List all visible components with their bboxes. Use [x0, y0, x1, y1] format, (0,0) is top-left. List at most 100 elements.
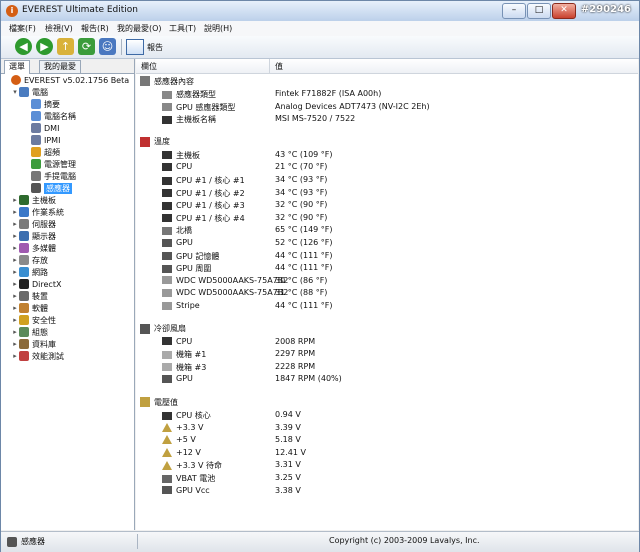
minimize-button[interactable]: –: [502, 3, 526, 19]
tab-menu[interactable]: 選單: [4, 60, 30, 74]
sensor-row[interactable]: CPU 核心 0.94 V: [136, 409, 638, 421]
tree-item[interactable]: 手提電腦: [23, 170, 76, 182]
sensor-row[interactable]: CPU #1 / 核心 #4 32 °C (90 °F): [136, 212, 638, 224]
disk-icon: [162, 288, 172, 297]
tree-item-label: 電源管理: [44, 159, 76, 169]
menu-tools[interactable]: 工具(T): [169, 23, 196, 34]
column-value[interactable]: 值: [275, 61, 283, 72]
field-label: VBAT 電池: [176, 474, 216, 483]
tree-item[interactable]: ▾ 電腦: [11, 86, 48, 98]
expander-icon[interactable]: ▾: [11, 88, 19, 96]
title-bar[interactable]: i EVEREST Ultimate Edition – □ ✕ #290246: [1, 1, 639, 22]
sensor-row[interactable]: GPU 周圍 44 °C (111 °F): [136, 262, 638, 274]
sensor-row[interactable]: GPU 52 °C (126 °F): [136, 237, 638, 249]
tree-item[interactable]: ▸ DirectX: [11, 278, 61, 290]
sensor-row[interactable]: GPU Vcc 3.38 V: [136, 485, 638, 497]
sensor-row[interactable]: CPU 2008 RPM: [136, 336, 638, 348]
tab-favorites[interactable]: 我的最愛: [39, 60, 81, 73]
field-value: 1847 RPM (40%): [275, 374, 342, 384]
expander-icon[interactable]: ▸: [11, 256, 19, 264]
expander-icon[interactable]: ▸: [11, 316, 19, 324]
back-icon[interactable]: ◀: [15, 38, 32, 55]
tree-item[interactable]: ▸ 組態: [11, 326, 48, 338]
tree-item[interactable]: ▸ 資料庫: [11, 338, 56, 350]
sensor-row[interactable]: +12 V 12.41 V: [136, 447, 638, 459]
expander-icon[interactable]: ▸: [11, 280, 19, 288]
field-label: CPU #1 / 核心 #2: [176, 188, 245, 198]
menu-help[interactable]: 說明(H): [204, 23, 232, 34]
tree-item[interactable]: 感應器: [23, 182, 72, 194]
chip-icon: [162, 176, 172, 185]
sensor-row[interactable]: CPU 21 °C (70 °F): [136, 161, 638, 173]
section-title: 電壓值: [154, 397, 178, 407]
sensor-row[interactable]: +3.3 V 3.39 V: [136, 422, 638, 434]
field-label: 主機板: [176, 150, 200, 160]
sensor-row[interactable]: GPU 記憶體 44 °C (111 °F): [136, 250, 638, 262]
refresh-icon[interactable]: ⟳: [78, 38, 95, 55]
sensor-row[interactable]: VBAT 電池 3.25 V: [136, 472, 638, 484]
tree-item[interactable]: EVEREST v5.02.1756 Beta: [3, 74, 129, 86]
tree-item[interactable]: ▸ 裝置: [11, 290, 48, 302]
sensor-row[interactable]: 機箱 #1 2297 RPM: [136, 348, 638, 360]
report-button[interactable]: 報告: [126, 39, 163, 55]
tree-item[interactable]: ▸ 作業系統: [11, 206, 64, 218]
sensor-row[interactable]: +5 V 5.18 V: [136, 434, 638, 446]
sensor-row[interactable]: 北橋 65 °C (149 °F): [136, 224, 638, 236]
menu-report[interactable]: 報告(R): [81, 23, 109, 34]
sensor-row[interactable]: 感應器類型 Fintek F71882F (ISA A00h): [136, 88, 638, 100]
tree-item[interactable]: 摘要: [23, 98, 60, 110]
tree-item[interactable]: 超頻: [23, 146, 60, 158]
tree-item[interactable]: ▸ 多媒體: [11, 242, 56, 254]
menu-view[interactable]: 檢視(V): [45, 23, 73, 34]
expander-icon[interactable]: ▸: [11, 220, 19, 228]
field-label: CPU #1 / 核心 #1: [176, 176, 245, 185]
expander-icon[interactable]: ▸: [11, 232, 19, 240]
users-icon[interactable]: ☺: [99, 38, 116, 55]
sensor-row[interactable]: GPU 感應器類型 Analog Devices ADT7473 (NV-I2C …: [136, 101, 638, 113]
sensor-row[interactable]: Stripe 44 °C (111 °F): [136, 300, 638, 312]
tree-item[interactable]: ▸ 效能測試: [11, 350, 64, 362]
tree-item[interactable]: ▸ 安全性: [11, 314, 56, 326]
sensor-row[interactable]: CPU #1 / 核心 #3 32 °C (90 °F): [136, 199, 638, 211]
sensor-row[interactable]: +3.3 V 待命 3.31 V: [136, 459, 638, 471]
menu-file[interactable]: 檔案(F): [9, 23, 36, 34]
sensor-row[interactable]: 機箱 #3 2228 RPM: [136, 361, 638, 373]
maximize-button[interactable]: □: [527, 3, 551, 19]
expander-icon[interactable]: ▸: [11, 328, 19, 336]
section-header: 感應器內容: [140, 75, 194, 87]
expander-icon[interactable]: ▸: [11, 292, 19, 300]
everest-app-icon[interactable]: i: [6, 5, 18, 17]
tree-item[interactable]: ▸ 網路: [11, 266, 48, 278]
close-button[interactable]: ✕: [552, 3, 576, 19]
tree-item[interactable]: ▸ 存放: [11, 254, 48, 266]
tree-item[interactable]: ▸ 軟體: [11, 302, 48, 314]
sensor-row[interactable]: 主機板名稱 MSI MS-7520 / 7522: [136, 113, 638, 125]
forward-icon[interactable]: ▶: [36, 38, 53, 55]
sensor-row[interactable]: GPU 1847 RPM (40%): [136, 373, 638, 385]
sensor-row[interactable]: WDC WD5000AAKS-75A7B2 30 °C (86 °F): [136, 275, 638, 287]
expander-icon[interactable]: ▸: [11, 352, 19, 360]
sensor-row[interactable]: 主機板 43 °C (109 °F): [136, 149, 638, 161]
sensor-row[interactable]: CPU #1 / 核心 #2 34 °C (93 °F): [136, 187, 638, 199]
menu-favorites[interactable]: 我的最愛(O): [117, 23, 162, 34]
expander-icon[interactable]: ▸: [11, 244, 19, 252]
expander-icon[interactable]: ▸: [11, 208, 19, 216]
expander-icon[interactable]: ▸: [11, 268, 19, 276]
sensor-row[interactable]: WDC WD5000AAKS-75A7B2 31 °C (88 °F): [136, 287, 638, 299]
up-icon[interactable]: ↑: [57, 38, 74, 55]
tree-item-label: 主機板: [32, 195, 56, 205]
sensor-row[interactable]: CPU #1 / 核心 #1 34 °C (93 °F): [136, 174, 638, 186]
tree-item[interactable]: DMI: [23, 122, 59, 134]
tree-item[interactable]: ▸ 顯示器: [11, 230, 56, 242]
chip-icon: [162, 151, 172, 160]
tree-item[interactable]: 電腦名稱: [23, 110, 76, 122]
tree-item[interactable]: IPMI: [23, 134, 60, 146]
expander-icon[interactable]: ▸: [11, 340, 19, 348]
tree-item[interactable]: ▸ 伺服器: [11, 218, 56, 230]
expander-icon[interactable]: ▸: [11, 196, 19, 204]
column-field[interactable]: 欄位: [141, 61, 157, 72]
expander-icon[interactable]: ▸: [11, 304, 19, 312]
tree-item[interactable]: ▸ 主機板: [11, 194, 56, 206]
field-label: +5 V: [176, 435, 196, 445]
tree-item[interactable]: 電源管理: [23, 158, 76, 170]
